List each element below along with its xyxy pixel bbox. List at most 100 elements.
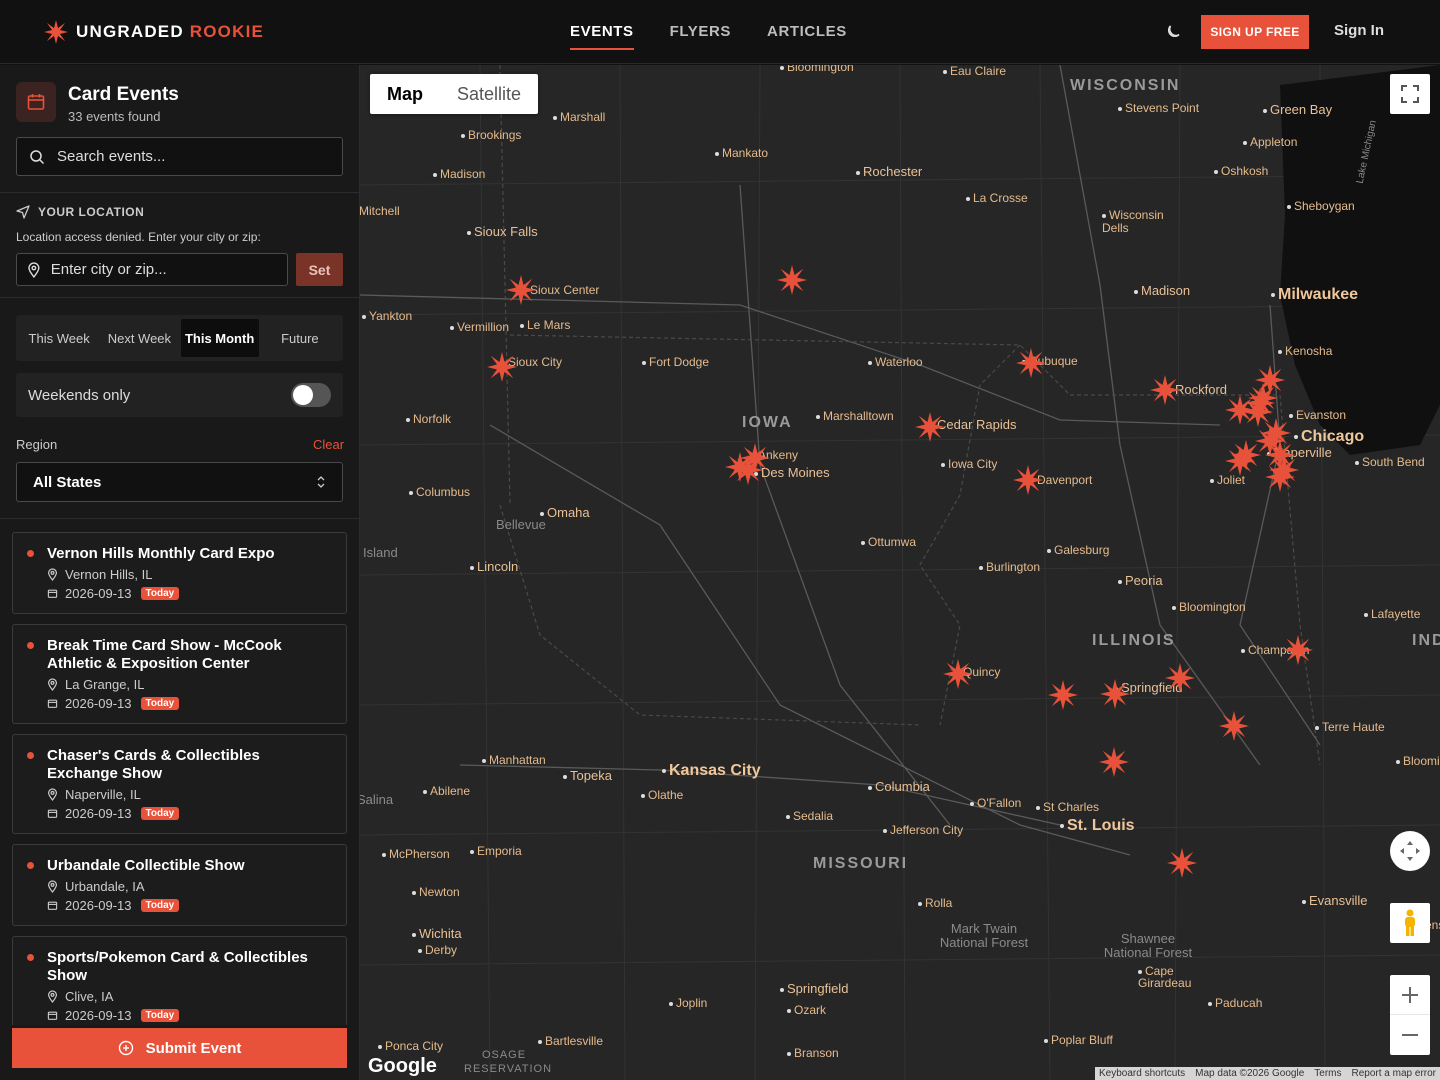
event-marker-icon[interactable]: [1219, 711, 1249, 741]
tab-future[interactable]: Future: [261, 319, 339, 357]
event-title: Vernon Hills Monthly Card Expo: [47, 545, 275, 562]
event-marker-icon[interactable]: [487, 352, 517, 382]
divider: [0, 297, 359, 298]
place-label: Abilene: [423, 784, 470, 798]
place-label: Norfolk: [406, 412, 451, 426]
search-field[interactable]: [16, 137, 343, 176]
place-label: Ottumwa: [861, 535, 916, 549]
place-label: Bloomington: [780, 65, 854, 74]
place-label: Yankton: [362, 309, 412, 323]
place-label: Olathe: [641, 788, 683, 802]
event-marker-icon[interactable]: [1099, 747, 1129, 777]
event-marker-icon[interactable]: [1013, 465, 1043, 495]
nav-events[interactable]: EVENTS: [570, 0, 634, 64]
map-pin-icon: [47, 788, 58, 801]
pan-arrows-icon: [1400, 841, 1420, 861]
place-label: Lafayette: [1364, 607, 1420, 621]
calendar-icon: [47, 809, 58, 818]
navigation-arrow-icon: [16, 205, 30, 219]
sidebar-header: Card Events 33 events found: [16, 82, 179, 124]
place-label: Emporia: [470, 844, 522, 858]
streetview-control[interactable]: [1390, 903, 1430, 943]
zoom-control: [1390, 975, 1430, 1055]
event-card[interactable]: Chaser's Cards & Collectibles Exchange S…: [12, 734, 347, 834]
place-label: Omaha: [540, 505, 590, 520]
search-input[interactable]: [57, 148, 297, 165]
zoom-in-button[interactable]: [1390, 975, 1430, 1015]
event-card[interactable]: Vernon Hills Monthly Card Expo Vernon Hi…: [12, 532, 347, 614]
region-value: All States: [33, 473, 102, 491]
event-card[interactable]: Urbandale Collectible Show Urbandale, IA…: [12, 844, 347, 926]
tab-this-month[interactable]: This Month: [180, 319, 259, 357]
event-marker-icon[interactable]: [506, 275, 536, 305]
fullscreen-button[interactable]: [1390, 74, 1430, 114]
calendar-icon: [47, 589, 58, 598]
signup-button[interactable]: SIGN UP FREE: [1201, 15, 1309, 49]
event-location-row: Naperville, IL: [27, 787, 334, 802]
event-marker-icon[interactable]: [943, 659, 973, 689]
event-card[interactable]: Break Time Card Show - McCook Athletic &…: [12, 624, 347, 724]
map-pin-icon: [47, 990, 58, 1003]
signin-link[interactable]: Sign In: [1334, 22, 1384, 39]
camera-control[interactable]: [1390, 831, 1430, 871]
place-label: Appleton: [1243, 135, 1297, 149]
region-clear-link[interactable]: Clear: [313, 437, 344, 452]
nav-articles[interactable]: ARTICLES: [767, 0, 847, 64]
nav-flyers[interactable]: FLYERS: [670, 0, 731, 64]
event-date-row: 2026-09-13 Today: [27, 806, 334, 821]
state-label: IOWA: [742, 414, 793, 431]
region-select[interactable]: All States: [16, 462, 343, 502]
event-marker-icon[interactable]: [1225, 446, 1255, 476]
pegman-icon: [1405, 909, 1415, 936]
weekends-label: Weekends only: [28, 386, 131, 404]
event-date: 2026-09-13: [65, 1008, 132, 1023]
weekends-toggle[interactable]: [291, 383, 331, 407]
tab-this-week[interactable]: This Week: [20, 319, 98, 357]
event-marker-icon[interactable]: [1100, 679, 1130, 709]
place-label: Bartlesville: [538, 1034, 603, 1048]
event-date: 2026-09-13: [65, 586, 132, 601]
location-input[interactable]: [50, 261, 287, 278]
place-label: Kansas City: [662, 762, 761, 780]
event-marker-icon[interactable]: [1245, 388, 1275, 418]
event-marker-icon[interactable]: [1269, 455, 1299, 485]
terms-link[interactable]: Terms: [1314, 1068, 1341, 1079]
set-location-button[interactable]: Set: [296, 253, 343, 286]
tab-next-week[interactable]: Next Week: [100, 319, 178, 357]
event-card[interactable]: Sports/Pokemon Card & Collectibles Show …: [12, 936, 347, 1025]
event-marker-icon[interactable]: [1283, 635, 1313, 665]
place-label: Fort Dodge: [642, 355, 709, 369]
zoom-out-button[interactable]: [1390, 1015, 1430, 1055]
logo-text: UNGRADED ROOKIE: [76, 22, 264, 42]
moon-icon[interactable]: [1163, 22, 1183, 42]
event-location: Clive, IA: [65, 989, 114, 1004]
today-badge: Today: [140, 587, 180, 600]
place-label: Mankato: [715, 146, 768, 160]
place-label: Island: [363, 545, 398, 560]
place-label: Vermillion: [450, 320, 509, 334]
place-label: Bloomington: [1172, 600, 1246, 614]
submit-event-button[interactable]: Submit Event: [12, 1028, 347, 1068]
google-logo: Google: [368, 1055, 437, 1077]
location-field[interactable]: [16, 253, 288, 286]
map-pin-icon: [47, 678, 58, 691]
map-type-satellite[interactable]: Satellite: [440, 74, 538, 114]
event-marker-icon[interactable]: [1016, 348, 1046, 378]
event-marker-icon[interactable]: [1165, 663, 1195, 693]
place-label: McPherson: [382, 847, 450, 861]
event-marker-icon[interactable]: [1150, 375, 1180, 405]
report-error-link[interactable]: Report a map error: [1352, 1068, 1436, 1079]
keyboard-shortcuts-link[interactable]: Keyboard shortcuts: [1099, 1068, 1185, 1079]
event-marker-icon[interactable]: [777, 265, 807, 295]
logo[interactable]: UNGRADED ROOKIE: [44, 20, 264, 44]
event-marker-icon[interactable]: [915, 412, 945, 442]
event-map[interactable]: Bloomington Eau Claire WISCONSIN Stevens…: [360, 65, 1440, 1080]
event-marker-icon[interactable]: [1048, 680, 1078, 710]
place-label: Rochester: [856, 164, 922, 179]
event-marker-icon[interactable]: [1167, 848, 1197, 878]
event-marker-icon[interactable]: [725, 452, 755, 482]
place-label: Iowa City: [941, 457, 997, 471]
map-type-map[interactable]: Map: [370, 74, 440, 114]
region-label: Region: [16, 437, 58, 452]
map-pin-icon: [28, 261, 40, 278]
